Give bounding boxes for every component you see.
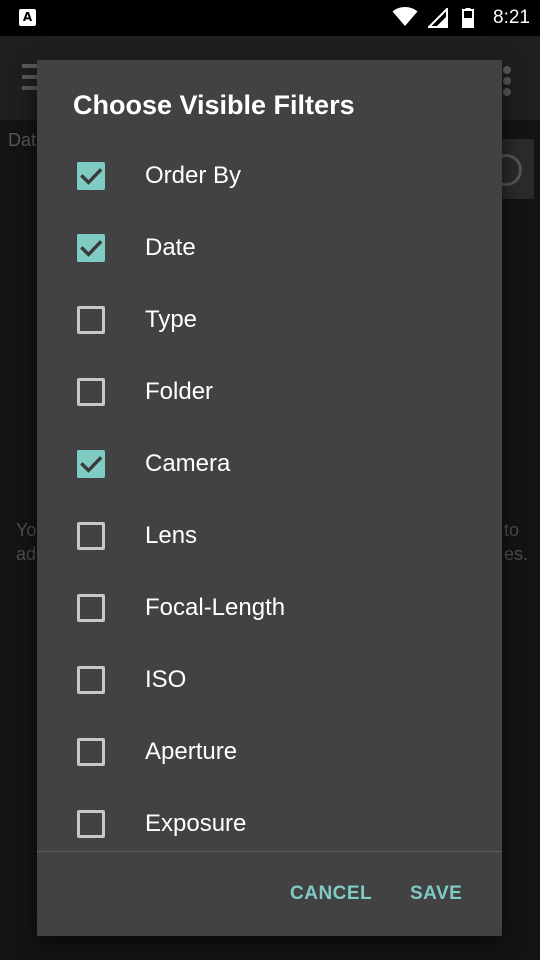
checkbox-checked[interactable] — [77, 450, 105, 478]
filter-label: ISO — [145, 666, 187, 693]
checkbox-checked[interactable] — [77, 234, 105, 262]
filter-label: Focal-Length — [145, 594, 286, 621]
background-filter-label: Dat — [8, 130, 37, 150]
status-bar: A 8:21 — [0, 0, 540, 36]
filter-label: Folder — [145, 378, 214, 405]
filter-label: Exposure — [145, 810, 247, 837]
dialog-divider — [37, 851, 502, 852]
battery-icon — [462, 8, 474, 28]
checkbox-unchecked[interactable] — [77, 594, 105, 622]
checkbox-unchecked[interactable] — [77, 738, 105, 766]
filter-row-iso[interactable]: ISO — [37, 644, 502, 716]
check-icon — [80, 240, 103, 257]
choose-visible-filters-dialog: Choose Visible Filters Order By Date Type F… — [37, 60, 502, 936]
filter-label: Lens — [145, 522, 198, 549]
checkbox-checked[interactable] — [77, 162, 105, 190]
filter-row-order-by[interactable]: Order By — [37, 140, 502, 212]
screen: A 8:21 Dat Yo ad to es. Choose Visible F… — [0, 0, 540, 960]
dialog-title: Choose Visible Filters — [73, 90, 355, 120]
filter-label: Type — [145, 306, 198, 333]
check-icon — [80, 456, 103, 473]
cancel-button[interactable]: CANCEL — [290, 876, 372, 912]
overflow-menu-icon — [503, 66, 511, 96]
wifi-icon — [392, 7, 418, 26]
checkbox-unchecked[interactable] — [77, 306, 105, 334]
filter-label: Date — [145, 234, 196, 261]
checkbox-unchecked[interactable] — [77, 810, 105, 838]
checkbox-unchecked[interactable] — [77, 378, 105, 406]
notification-app-icon-letter: A — [22, 10, 33, 24]
save-button[interactable]: SAVE — [410, 876, 462, 912]
filter-list[interactable]: Order By Date Type Folder Camera Lens Focal-Le… — [37, 140, 502, 851]
filter-label: Camera — [145, 450, 231, 477]
filter-row-type[interactable]: Type — [37, 284, 502, 356]
checkbox-unchecked[interactable] — [77, 522, 105, 550]
notification-app-icon: A — [19, 9, 36, 26]
filter-row-lens[interactable]: Lens — [37, 500, 502, 572]
filter-label: Order By — [145, 162, 242, 189]
signal-icon — [428, 8, 448, 28]
filter-row-folder[interactable]: Folder — [37, 356, 502, 428]
status-clock: 8:21 — [493, 7, 530, 28]
checkbox-unchecked[interactable] — [77, 666, 105, 694]
filter-label: Aperture — [145, 738, 238, 765]
filter-row-camera[interactable]: Camera — [37, 428, 502, 500]
filter-row-focal-length[interactable]: Focal-Length — [37, 572, 502, 644]
background-hint-left: Yo ad — [16, 520, 37, 564]
background-hint-right: to es. — [504, 520, 529, 564]
check-icon — [80, 168, 103, 185]
filter-row-aperture[interactable]: Aperture — [37, 716, 502, 788]
filter-row-date[interactable]: Date — [37, 212, 502, 284]
filter-row-exposure[interactable]: Exposure — [37, 788, 502, 851]
